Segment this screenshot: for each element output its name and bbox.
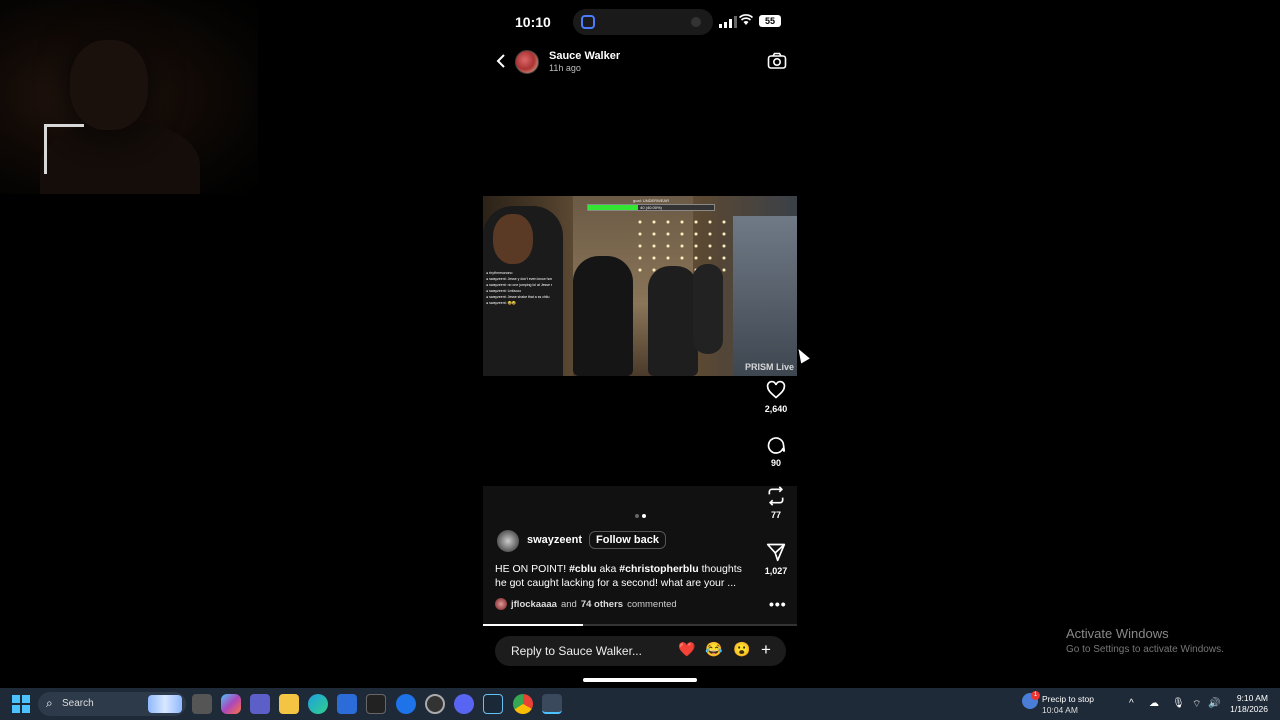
clock-time: 9:10 AM xyxy=(1236,693,1268,703)
app-icon[interactable] xyxy=(396,694,416,714)
share-button[interactable]: 1,027 xyxy=(751,542,801,576)
active-app-icon[interactable] xyxy=(542,694,562,714)
volume-icon[interactable]: 🔊 xyxy=(1208,698,1220,709)
weather-time[interactable]: 10:04 AM xyxy=(1042,705,1078,715)
poster-username[interactable]: swayzeent xyxy=(527,534,582,546)
comment-button[interactable]: 90 xyxy=(751,434,801,468)
reply-bar[interactable]: Reply to Sauce Walker... ❤️ 😂 😮 + xyxy=(495,636,786,666)
stream-chat: ● rhythmmonono ● swayzeent: Jesse y don'… xyxy=(486,270,552,306)
comment-count: 90 xyxy=(770,458,781,468)
repost-count: 77 xyxy=(770,510,781,520)
repost-icon xyxy=(768,486,784,506)
more-options-icon[interactable]: ••• xyxy=(769,596,787,612)
goal-bar-label: goal: UNDERWEAR xyxy=(633,198,669,203)
goal-bar-value: 40 (40.00%) xyxy=(640,205,662,210)
taskbar-search[interactable]: ⌕ Search xyxy=(38,692,186,716)
webcam-person-head xyxy=(70,40,148,130)
video-person-head xyxy=(493,214,533,264)
status-time: 10:10 xyxy=(515,14,551,30)
reply-input[interactable]: Reply to Sauce Walker... xyxy=(511,644,642,658)
store-icon[interactable] xyxy=(337,694,357,714)
commenters-summary[interactable]: jflockaaaa and 74 others commented xyxy=(495,598,677,610)
webcam-overlay xyxy=(0,0,258,194)
hashtag-christopherblu[interactable]: #christopherblu xyxy=(619,563,698,575)
story-time-ago: 11h ago xyxy=(549,63,581,73)
search-label: Search xyxy=(62,698,94,709)
status-bar: 10:10 55 xyxy=(483,0,797,44)
video-person xyxy=(648,266,698,376)
obs-icon[interactable] xyxy=(425,694,445,714)
signal-icon xyxy=(719,16,737,28)
edge-icon[interactable] xyxy=(308,694,328,714)
others-count: 74 others xyxy=(580,598,624,610)
post-caption[interactable]: HE ON POINT! #cblu aka #christopherblu t… xyxy=(495,562,745,590)
share-count: 1,027 xyxy=(764,566,788,576)
video-player[interactable]: goal: UNDERWEAR 40 (40.00%) ● rhythmmono… xyxy=(483,196,797,376)
steam-icon[interactable] xyxy=(483,694,503,714)
taskbar: ⌕ Search 1 Precip to stop 10:04 AM ^ ☁ 🎙… xyxy=(0,688,1280,720)
system-clock[interactable]: 9:10 AM 1/18/2026 xyxy=(1230,693,1268,715)
teams-icon[interactable] xyxy=(250,694,270,714)
file-explorer-icon[interactable] xyxy=(279,694,299,714)
surprised-emoji-reaction[interactable]: 😮 xyxy=(733,641,750,658)
story-progress-bar xyxy=(483,624,797,626)
home-indicator[interactable] xyxy=(583,678,697,682)
desktop: 10:10 55 Sauce Walker 11h ago goal: UNDE… xyxy=(0,0,1280,688)
activate-windows-watermark: Activate Windows Go to Settings to activ… xyxy=(1066,626,1224,655)
story-username[interactable]: Sauce Walker xyxy=(549,50,620,62)
weather-text[interactable]: Precip to stop xyxy=(1042,694,1094,704)
copilot-icon[interactable] xyxy=(221,694,241,714)
dynamic-island xyxy=(573,9,713,35)
search-icon: ⌕ xyxy=(46,696,53,710)
repost-button[interactable]: 77 xyxy=(751,486,801,520)
video-person xyxy=(693,264,723,354)
video-person xyxy=(573,256,633,376)
plus-icon[interactable]: + xyxy=(761,640,771,660)
epic-games-icon[interactable] xyxy=(366,694,386,714)
microphone-icon[interactable]: 🎙 xyxy=(1172,698,1185,709)
search-highlight-image xyxy=(148,695,182,713)
carousel-dots xyxy=(635,514,646,518)
story-progress-fill xyxy=(483,624,584,626)
laughing-emoji-reaction[interactable]: 😂 xyxy=(705,641,722,658)
activate-subtitle: Go to Settings to activate Windows. xyxy=(1066,644,1224,655)
chevron-up-icon[interactable]: ^ xyxy=(1129,698,1134,709)
clock-date: 1/18/2026 xyxy=(1230,704,1268,714)
chrome-icon[interactable] xyxy=(513,694,533,714)
camera-icon[interactable] xyxy=(767,52,787,70)
phone-mirror: 10:10 55 Sauce Walker 11h ago goal: UNDE… xyxy=(483,0,797,688)
task-view-icon[interactable] xyxy=(192,694,212,714)
app-icon xyxy=(581,15,595,29)
front-camera xyxy=(691,17,701,27)
like-count: 2,640 xyxy=(764,404,788,414)
battery-icon: 55 xyxy=(759,15,781,27)
hashtag-cblu[interactable]: #cblu xyxy=(569,563,596,575)
like-button[interactable]: 2,640 xyxy=(751,380,801,414)
windows-start-icon[interactable] xyxy=(12,695,30,713)
send-icon xyxy=(766,543,786,562)
weather-badge: 1 xyxy=(1031,691,1040,700)
prism-live-watermark: PRISM Live xyxy=(744,362,794,372)
poster-avatar[interactable] xyxy=(497,530,519,552)
video-window xyxy=(733,216,797,376)
heart-icon xyxy=(766,380,786,399)
back-icon[interactable] xyxy=(495,52,507,75)
story-header: Sauce Walker 11h ago xyxy=(483,44,797,84)
comment-icon xyxy=(767,437,786,454)
chat-line: ● swayzeent: 😂😂 xyxy=(486,301,517,305)
follow-back-button[interactable]: Follow back xyxy=(589,531,666,549)
story-avatar[interactable] xyxy=(515,50,539,74)
wifi-icon xyxy=(738,14,754,29)
discord-icon[interactable] xyxy=(454,694,474,714)
cloud-icon[interactable]: ☁ xyxy=(1149,698,1159,709)
commenter-name: jflockaaaa xyxy=(511,598,557,610)
heart-emoji-reaction[interactable]: ❤️ xyxy=(678,641,695,658)
webcam-lamp xyxy=(44,124,84,174)
wifi-icon[interactable]: ⌔ xyxy=(1192,698,1201,711)
post-info-panel: swayzeent Follow back HE ON POINT! #cblu… xyxy=(483,486,797,626)
activate-title: Activate Windows xyxy=(1066,626,1169,641)
commenter-avatar xyxy=(495,598,507,610)
